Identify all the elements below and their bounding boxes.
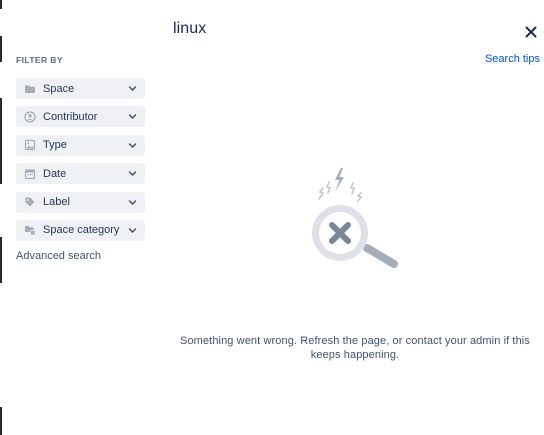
edge-mark (0, 237, 2, 283)
chevron-down-icon (128, 171, 137, 176)
filter-by-heading: FILTER BY (16, 55, 63, 65)
chevron-down-icon (128, 199, 137, 205)
filter-label: Space category (43, 224, 120, 237)
tag-icon (24, 196, 36, 208)
search-query[interactable]: linux (173, 20, 206, 38)
chevron-down-icon (128, 114, 137, 120)
edge-mark (0, 0, 2, 9)
calendar-icon (24, 168, 36, 180)
filter-contributor[interactable]: Contributor (16, 106, 145, 128)
filter-label: Space (43, 82, 75, 95)
filter-date[interactable]: Date (16, 163, 145, 185)
search-tips-link[interactable]: Search tips (485, 53, 540, 65)
image-icon (24, 139, 36, 151)
close-button[interactable] (522, 23, 540, 41)
filter-label: Date (43, 167, 67, 180)
chevron-down-icon (128, 143, 137, 148)
filter-label: Type (43, 139, 67, 152)
filter-label[interactable]: Label (16, 191, 145, 213)
filter-label: Contributor (43, 110, 98, 123)
error-message: Something went wrong. Refresh the page, … (180, 335, 530, 361)
edge-mark (0, 36, 2, 62)
advanced-search-link[interactable]: Advanced search (16, 250, 101, 262)
filter-list: Space Contributor Type Date Label Space (16, 78, 145, 248)
filter-label-text: Label (43, 196, 70, 209)
left-edge-strip (0, 0, 3, 435)
edge-mark (0, 98, 2, 184)
close-icon (525, 26, 537, 38)
filter-type[interactable]: Type (16, 134, 145, 156)
filter-space-category[interactable]: Space category (16, 219, 145, 241)
folder-icon (24, 83, 36, 95)
filter-space[interactable]: Space (16, 78, 145, 99)
broken-search-illustration (305, 168, 405, 272)
space-category-icon (24, 224, 36, 236)
person-icon (24, 111, 36, 123)
chevron-down-icon (128, 228, 137, 233)
edge-mark (0, 407, 2, 435)
chevron-down-icon (128, 86, 137, 91)
